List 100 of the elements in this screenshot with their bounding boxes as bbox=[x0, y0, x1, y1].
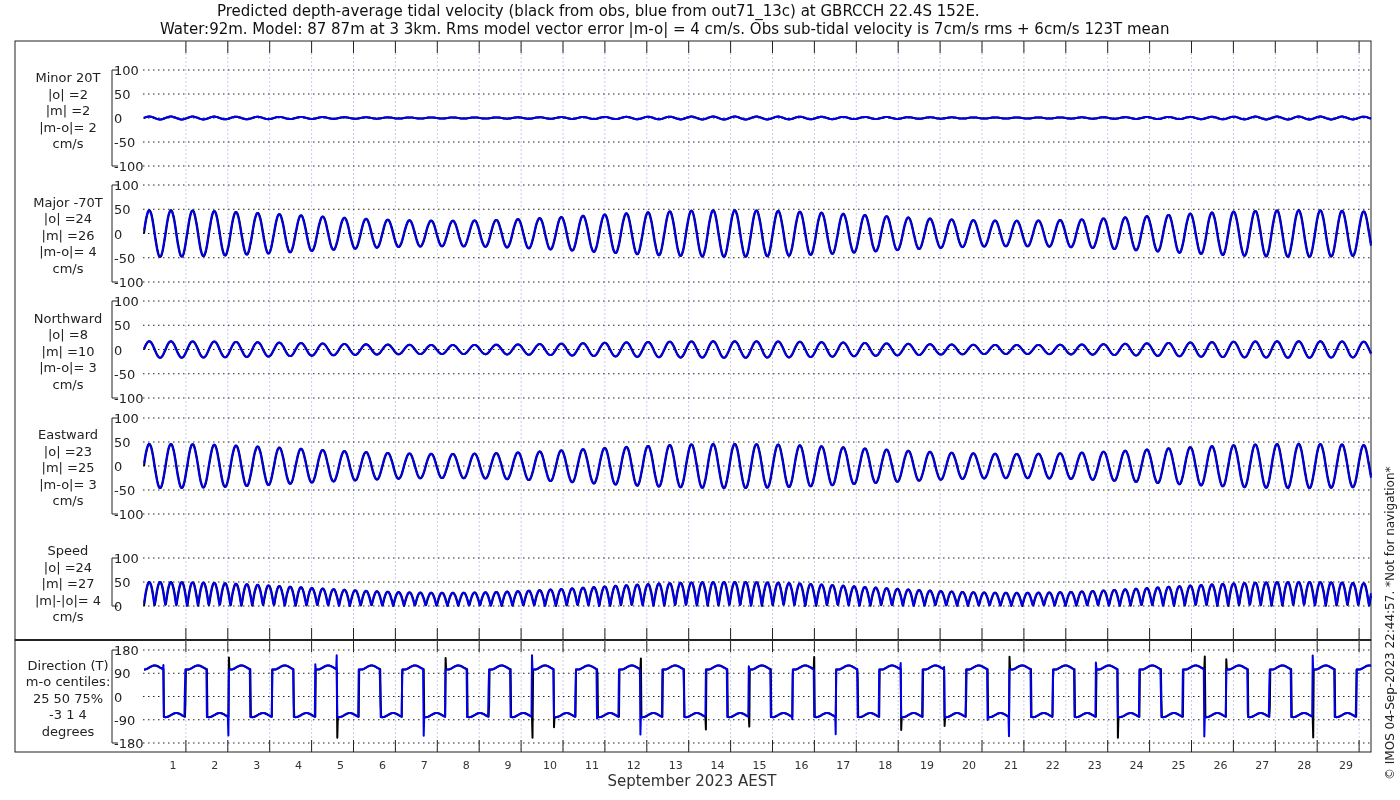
panel-label: |m| =27 bbox=[41, 576, 95, 592]
tick-mark bbox=[185, 739, 187, 753]
tick-mark bbox=[1316, 739, 1318, 753]
tick-mark bbox=[855, 627, 857, 653]
axis-tick-label: 5 bbox=[337, 759, 344, 772]
tick-mark bbox=[688, 739, 690, 753]
axis-tick-label: 7 bbox=[420, 759, 428, 772]
panel-label: |o| =23 bbox=[43, 443, 93, 459]
tick-mark bbox=[1232, 627, 1234, 653]
tick-mark bbox=[646, 627, 648, 653]
axis-tick-label: -100 bbox=[114, 159, 144, 174]
tick-mark bbox=[1023, 739, 1025, 753]
tick-mark bbox=[478, 739, 480, 753]
tick-mark bbox=[311, 739, 313, 753]
tick-mark bbox=[185, 40, 187, 54]
tick-mark bbox=[269, 739, 271, 753]
tick-mark bbox=[1358, 739, 1360, 753]
tick-mark bbox=[1232, 40, 1234, 54]
tick-mark bbox=[1065, 40, 1067, 54]
tick-mark bbox=[1107, 739, 1109, 753]
tick-mark bbox=[1191, 40, 1192, 54]
tick-mark bbox=[311, 627, 313, 653]
axis-tick-label: 28 bbox=[1297, 759, 1312, 772]
tick-mark bbox=[604, 40, 606, 54]
tick-mark bbox=[897, 739, 899, 753]
tick-mark bbox=[1065, 627, 1067, 653]
tick-mark bbox=[772, 627, 773, 653]
panel-label: m-o centiles: bbox=[25, 674, 111, 690]
tick-mark bbox=[688, 40, 690, 54]
panel-label: |m-o|= 2 bbox=[39, 119, 97, 135]
chart-title: Water:92m. Model: 87 87m at 3 3km. Rms model vector error |m-o| = 4 cm/s. Obs sub-tidal velocity is 7cm/s rms + 6cm/s 123T mean bbox=[160, 20, 1170, 38]
tick-mark bbox=[562, 40, 564, 54]
tick-mark bbox=[604, 739, 606, 753]
panel-label: Direction (T) bbox=[27, 657, 109, 673]
axis-tick-label: -50 bbox=[114, 250, 136, 266]
panel-label: |o| =24 bbox=[43, 211, 93, 227]
axis-tick-label: 50 bbox=[114, 435, 131, 450]
axis-tick-label: 100 bbox=[114, 551, 139, 566]
panel-label: |m| =25 bbox=[41, 460, 95, 476]
axis-tick-label: 11 bbox=[584, 759, 599, 772]
tick-mark bbox=[1023, 627, 1025, 653]
panel-label: cm/s bbox=[52, 260, 84, 276]
axis-tick-label: 0 bbox=[114, 226, 123, 242]
axis-tick-label: 22 bbox=[1045, 759, 1060, 772]
tick-mark bbox=[1232, 739, 1234, 753]
tick-mark bbox=[478, 40, 480, 54]
axis-tick-label: 0 bbox=[114, 111, 123, 126]
axis-tick-label: 4 bbox=[295, 759, 303, 772]
tick-mark bbox=[981, 40, 983, 54]
panel-label: |m| =26 bbox=[41, 227, 95, 243]
tick-mark bbox=[688, 627, 690, 653]
tick-mark bbox=[730, 40, 732, 54]
panel-label: |m-o|= 3 bbox=[39, 476, 97, 492]
axis-tick-label: 100 bbox=[114, 294, 139, 309]
axis-tick-label: 50 bbox=[114, 202, 131, 218]
tick-mark bbox=[813, 40, 815, 54]
tick-mark bbox=[855, 739, 857, 753]
tick-mark bbox=[939, 739, 941, 753]
tick-mark bbox=[1107, 40, 1109, 54]
tick-mark bbox=[1191, 627, 1192, 653]
tick-mark bbox=[185, 627, 187, 653]
panel-label: Minor 20T bbox=[35, 70, 101, 85]
panel-label: Eastward bbox=[38, 427, 98, 442]
axis-tick-label: 6 bbox=[378, 759, 386, 772]
panel-label: |o| =2 bbox=[48, 86, 88, 102]
axis-tick-label: 21 bbox=[1003, 759, 1018, 772]
axis-tick-label: 19 bbox=[920, 759, 935, 772]
tick-mark bbox=[1107, 627, 1109, 653]
tick-mark bbox=[1149, 40, 1151, 54]
axis-tick-label: 24 bbox=[1129, 759, 1144, 772]
tick-mark bbox=[813, 627, 815, 653]
panel-label: Major -70T bbox=[33, 194, 103, 210]
axis-tick-label: -180 bbox=[114, 736, 144, 751]
tick-mark bbox=[1149, 739, 1151, 753]
axis-tick-label: 18 bbox=[878, 759, 893, 772]
panel-label: |m| =2 bbox=[45, 103, 91, 119]
panel-label: cm/s bbox=[52, 609, 84, 625]
tick-mark bbox=[311, 40, 313, 54]
tick-mark bbox=[478, 627, 480, 653]
tick-mark bbox=[353, 40, 354, 54]
axis-tick-label: 90 bbox=[114, 666, 131, 682]
panel-label: |o| =24 bbox=[43, 559, 93, 575]
tick-mark bbox=[227, 40, 229, 54]
axis-tick-label: 0 bbox=[114, 459, 123, 474]
panel-label: cm/s bbox=[52, 136, 84, 152]
tick-mark bbox=[772, 40, 773, 54]
axis-tick-label: 3 bbox=[253, 759, 261, 772]
axis-tick-label: 180 bbox=[114, 643, 139, 658]
panel-label: |m|-|o|= 4 bbox=[34, 592, 102, 608]
panel-label: cm/s bbox=[52, 376, 84, 392]
tick-mark bbox=[1191, 739, 1192, 753]
axis-tick-label: 0 bbox=[114, 689, 123, 705]
tick-mark bbox=[520, 627, 522, 653]
tick-mark bbox=[394, 627, 396, 653]
tick-mark bbox=[939, 627, 941, 653]
axis-tick-label: 0 bbox=[114, 599, 123, 614]
tick-mark bbox=[1023, 40, 1025, 54]
axis-tick-label: 50 bbox=[114, 575, 131, 590]
tick-mark bbox=[562, 739, 564, 753]
axis-tick-label: 14 bbox=[710, 759, 725, 772]
